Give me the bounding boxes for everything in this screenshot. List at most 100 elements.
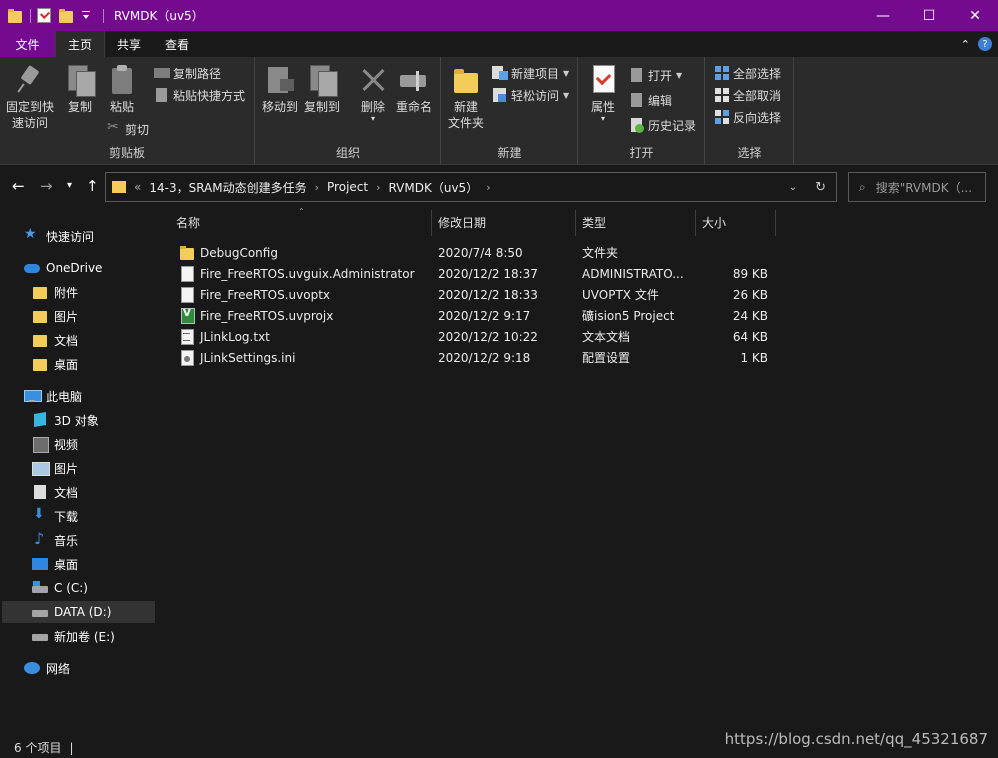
file-type: 礦ision5 Project (582, 309, 675, 323)
open-button[interactable]: 打开 ▼ (629, 65, 682, 85)
nav-item-desktop-pc[interactable]: 桌面 (32, 553, 78, 575)
properties-quick-icon[interactable] (37, 7, 53, 24)
nav-item-desktop[interactable]: 桌面 (32, 353, 78, 375)
collapse-ribbon-icon[interactable]: ⌃ (961, 38, 970, 51)
file-date: 2020/12/2 18:33 (438, 287, 538, 302)
nav-item-3d-objects[interactable]: 3D 对象 (32, 409, 99, 431)
nav-item-pictures[interactable]: 图片 (32, 305, 78, 327)
nav-item-music[interactable]: 音乐 (32, 529, 78, 551)
copy-button[interactable]: 复制 (64, 65, 96, 115)
file-name-cell: JLinkLog.txt (180, 326, 270, 347)
nav-network[interactable]: 网络 (24, 657, 70, 679)
breadcrumb-overflow[interactable]: « (134, 180, 141, 194)
forward-arrow-icon[interactable]: → (40, 178, 53, 194)
nav-item-drive-e[interactable]: 新加卷 (E:) (32, 625, 115, 647)
document-icon (32, 485, 48, 499)
back-arrow-icon[interactable]: ← (12, 178, 25, 194)
nav-onedrive[interactable]: OneDrive (24, 257, 102, 279)
tab-share[interactable]: 共享 (105, 31, 153, 57)
column-divider[interactable] (695, 210, 696, 236)
customize-toolbar-icon[interactable] (81, 8, 97, 24)
paste-shortcut-button[interactable]: 粘贴快捷方式 (154, 85, 245, 105)
desktop-icon (32, 557, 48, 571)
table-row[interactable]: Fire_FreeRTOS.uvguix.Administrator 2020/… (176, 263, 776, 284)
nav-item-pictures-pc[interactable]: 图片 (32, 457, 78, 479)
table-row[interactable]: DebugConfig 2020/7/4 8:50 文件夹 (176, 242, 776, 263)
breadcrumb-item[interactable]: Project (327, 180, 368, 194)
cut-label: 剪切 (125, 122, 150, 137)
move-to-button[interactable]: 移动到 (262, 65, 298, 115)
column-header-type[interactable]: 类型 (582, 207, 692, 237)
table-row[interactable]: JLinkLog.txt 2020/12/2 10:22 文本文档 64 KB (176, 326, 776, 347)
breadcrumb-item[interactable]: 14-3，SRAM动态创建多任务 (149, 179, 306, 196)
help-icon[interactable]: ? (978, 37, 992, 51)
copy-path-button[interactable]: 复制路径 (154, 63, 221, 83)
nav-this-pc[interactable]: 此电脑 (24, 385, 82, 407)
nav-quick-access[interactable]: 快速访问 (24, 225, 94, 247)
search-input[interactable]: ⌕ 搜索"RVMDK（... (848, 172, 986, 202)
table-row[interactable]: Fire_FreeRTOS.uvoptx 2020/12/2 18:33 UVO… (176, 284, 776, 305)
rename-icon (398, 65, 430, 95)
cut-button[interactable]: 剪切 (106, 119, 149, 139)
copy-to-button[interactable]: 复制到 (304, 65, 340, 115)
properties-button[interactable]: 属性 ▾ (587, 65, 619, 123)
up-arrow-icon[interactable]: ↑ (86, 178, 99, 194)
settings-file-icon (180, 350, 194, 366)
nav-label: 附件 (54, 285, 79, 300)
scissors-icon (106, 119, 122, 136)
table-row[interactable]: JLinkSettings.ini 2020/12/2 9:18 配置设置 1 … (176, 347, 776, 368)
select-all-button[interactable]: 全部选择 (714, 63, 781, 83)
tab-view[interactable]: 查看 (153, 31, 201, 57)
delete-dropdown-icon[interactable]: ▾ (371, 115, 375, 123)
column-header-date[interactable]: 修改日期 (438, 207, 573, 237)
breadcrumb-item[interactable]: RVMDK（uv5） (389, 179, 479, 196)
column-divider[interactable] (775, 210, 776, 236)
column-divider[interactable] (431, 210, 432, 236)
new-item-button[interactable]: 新建项目 ▼ (492, 63, 569, 83)
delete-label: 删除 (360, 100, 385, 114)
column-divider[interactable] (575, 210, 576, 236)
copy-to-icon (306, 65, 338, 97)
column-header-size[interactable]: 大小 (702, 207, 772, 237)
new-folder-button[interactable]: 新建 文件夹 (448, 65, 484, 131)
tab-file[interactable]: 文件 (0, 31, 55, 57)
breadcrumb-chevron-icon[interactable]: › (486, 181, 490, 194)
nav-item-drive-c[interactable]: C (C:) (32, 577, 88, 599)
easy-access-button[interactable]: 轻松访问 ▼ (492, 85, 569, 105)
breadcrumb-chevron-icon[interactable]: › (376, 181, 380, 194)
minimize-button[interactable]: — (860, 0, 906, 31)
nav-item-documents[interactable]: 文档 (32, 329, 78, 351)
nav-item-documents-pc[interactable]: 文档 (32, 481, 78, 503)
navigation-bar: ← → ▾ ↑ « 14-3，SRAM动态创建多任务 › Project › R… (0, 165, 998, 207)
rename-button[interactable]: 重命名 (396, 65, 432, 115)
tab-home[interactable]: 主页 (55, 31, 106, 57)
refresh-icon[interactable]: ↻ (815, 180, 826, 195)
maximize-button[interactable]: ☐ (906, 0, 952, 31)
nav-item-videos[interactable]: 视频 (32, 433, 78, 455)
select-none-button[interactable]: 全部取消 (714, 85, 781, 105)
edit-button[interactable]: 编辑 (629, 90, 672, 110)
history-button[interactable]: 历史记录 (629, 115, 696, 135)
address-bar[interactable]: « 14-3，SRAM动态创建多任务 › Project › RVMDK（uv5… (105, 172, 837, 202)
breadcrumb-chevron-icon[interactable]: › (315, 181, 319, 194)
pin-to-quick-access-button[interactable]: 固定到快 速访问 (6, 65, 54, 131)
file-date: 2020/12/2 9:17 (438, 308, 531, 323)
invert-selection-button[interactable]: 反向选择 (714, 107, 781, 127)
edit-label: 编辑 (648, 93, 673, 108)
close-button[interactable]: ✕ (952, 0, 998, 31)
nav-label: 桌面 (54, 357, 79, 372)
title-bar: RVMDK（uv5） — ☐ ✕ (0, 0, 998, 31)
properties-dropdown-icon[interactable]: ▾ (601, 115, 605, 123)
nav-item-downloads[interactable]: 下载 (32, 505, 78, 527)
delete-button[interactable]: 删除 ▾ (357, 65, 389, 123)
file-type: 配置设置 (582, 351, 631, 365)
nav-item-drive-d[interactable]: DATA (D:) (2, 601, 155, 623)
table-row[interactable]: Fire_FreeRTOS.uvprojx 2020/12/2 9:17 礦is… (176, 305, 776, 326)
move-to-label: 移动到 (262, 100, 299, 114)
column-header-name[interactable]: 名称 (176, 207, 428, 237)
new-folder-quick-icon[interactable] (59, 8, 75, 24)
address-dropdown-icon[interactable]: ⌄ (789, 182, 797, 193)
nav-item-attachments[interactable]: 附件 (32, 281, 78, 303)
recent-locations-chevron-icon[interactable]: ▾ (67, 178, 72, 194)
paste-button[interactable]: 粘贴 (106, 65, 138, 115)
